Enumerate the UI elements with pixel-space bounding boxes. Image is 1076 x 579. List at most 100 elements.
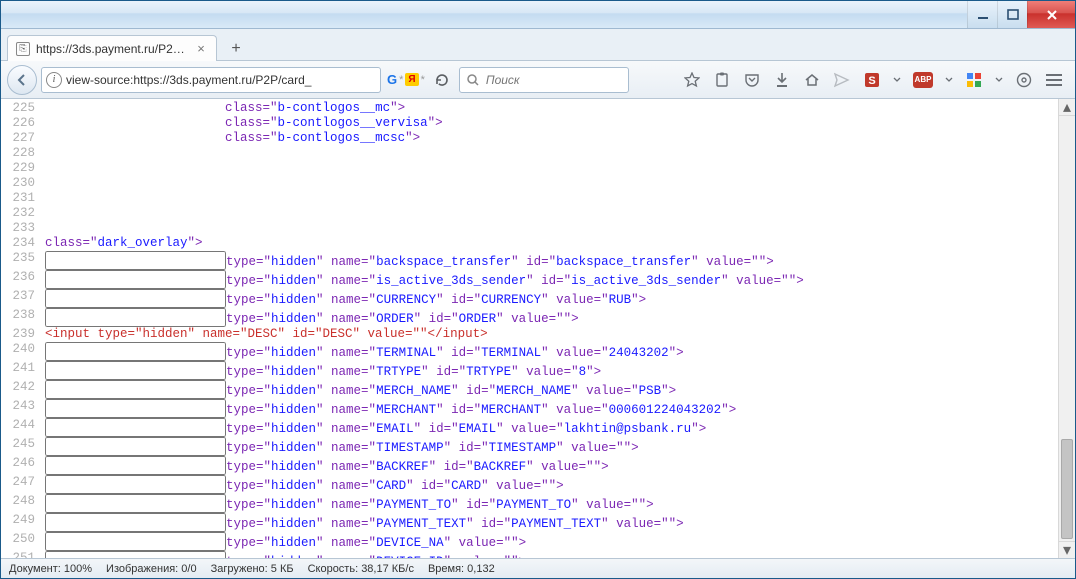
address-bar[interactable]: i — [41, 67, 381, 93]
source-line: 238type="hidden" name="ORDER" id="ORDER"… — [1, 308, 1058, 327]
line-number: 228 — [1, 146, 45, 161]
source-line: 225 class="b-contlogos__mc"> — [1, 101, 1058, 116]
source-line: 245type="hidden" name="TIMESTAMP" id="TI… — [1, 437, 1058, 456]
source-line: 233 — [1, 221, 1058, 236]
status-time: Время: 0,132 — [428, 563, 495, 575]
tab-favicon-icon: ⎘ — [16, 42, 30, 56]
menu-button[interactable] — [1045, 71, 1063, 89]
content-area: 225 class="b-contlogos__mc">226 class="b… — [1, 99, 1075, 558]
window-controls — [967, 1, 1075, 28]
source-code-view[interactable]: 225 class="b-contlogos__mc">226 class="b… — [1, 99, 1058, 558]
source-line: 236type="hidden" name="is_active_3ds_sen… — [1, 270, 1058, 289]
nav-back-button[interactable] — [7, 65, 37, 95]
abp-chevron-icon[interactable] — [945, 71, 953, 89]
line-number: 243 — [1, 399, 45, 418]
google-ext-icon[interactable]: G — [387, 72, 397, 87]
line-number: 233 — [1, 221, 45, 236]
bookmark-star-icon[interactable] — [683, 71, 701, 89]
source-line: 241type="hidden" name="TRTYPE" id="TRTYP… — [1, 361, 1058, 380]
line-number: 229 — [1, 161, 45, 176]
line-number: 226 — [1, 116, 45, 131]
line-number: 237 — [1, 289, 45, 308]
source-line: 228 — [1, 146, 1058, 161]
line-number: 245 — [1, 437, 45, 456]
tab-strip: ⎘ https://3ds.payment.ru/P2P/ca... × + — [1, 29, 1075, 61]
browser-tab[interactable]: ⎘ https://3ds.payment.ru/P2P/ca... × — [7, 35, 217, 61]
scroll-up-button[interactable]: ▴ — [1059, 99, 1075, 116]
source-line: 237type="hidden" name="CURRENCY" id="CUR… — [1, 289, 1058, 308]
window-minimize-button[interactable] — [967, 1, 997, 28]
url-input[interactable] — [66, 73, 346, 87]
ext-star-2: * — [421, 74, 425, 86]
window-titlebar — [1, 1, 1075, 29]
reload-button[interactable] — [429, 67, 455, 93]
line-number: 230 — [1, 176, 45, 191]
line-number: 225 — [1, 101, 45, 116]
source-line: 235type="hidden" name="backspace_transfe… — [1, 251, 1058, 270]
send-icon[interactable] — [833, 71, 851, 89]
line-number: 244 — [1, 418, 45, 437]
line-number: 249 — [1, 513, 45, 532]
source-line: 247type="hidden" name="CARD" id="CARD" v… — [1, 475, 1058, 494]
source-line: 243type="hidden" name="MERCHANT" id="MER… — [1, 399, 1058, 418]
line-number: 236 — [1, 270, 45, 289]
home-icon[interactable] — [803, 71, 821, 89]
line-number: 246 — [1, 456, 45, 475]
browser-window: ⎘ https://3ds.payment.ru/P2P/ca... × + i… — [0, 0, 1076, 579]
search-icon — [466, 73, 480, 87]
source-line: 232 — [1, 206, 1058, 221]
line-number: 242 — [1, 380, 45, 399]
suite-icon[interactable]: S — [863, 71, 881, 89]
line-number: 248 — [1, 494, 45, 513]
scroll-thumb[interactable] — [1061, 439, 1073, 539]
status-images: Изображения: 0/0 — [106, 563, 197, 575]
google-toolbar-icon[interactable] — [965, 71, 983, 89]
source-line: 226 class="b-contlogos__vervisa"> — [1, 116, 1058, 131]
source-line: 227 class="b-contlogos__mcsc"> — [1, 131, 1058, 146]
line-number: 239 — [1, 327, 45, 342]
window-maximize-button[interactable] — [997, 1, 1027, 28]
site-info-icon[interactable]: i — [46, 72, 62, 88]
window-close-button[interactable] — [1027, 1, 1075, 28]
tab-close-button[interactable]: × — [194, 42, 208, 56]
ext-star-1: * — [399, 74, 403, 86]
browser-toolbar: i G * Я * — [1, 61, 1075, 99]
scroll-down-button[interactable]: ▾ — [1059, 541, 1075, 558]
line-number: 247 — [1, 475, 45, 494]
line-number: 227 — [1, 131, 45, 146]
source-line: 231 — [1, 191, 1058, 206]
source-line: 239<input type="hidden" name="DESC" id="… — [1, 327, 1058, 342]
source-line: 240type="hidden" name="TERMINAL" id="TER… — [1, 342, 1058, 361]
download-icon[interactable] — [773, 71, 791, 89]
toolbar-right-icons: S ABP — [683, 71, 1069, 89]
pocket-icon[interactable] — [743, 71, 761, 89]
clipboard-icon[interactable] — [713, 71, 731, 89]
suite-chevron-icon[interactable] — [893, 71, 901, 89]
status-loaded: Загружено: 5 КБ — [211, 563, 294, 575]
source-line: 246type="hidden" name="BACKREF" id="BACK… — [1, 456, 1058, 475]
addressbar-extensions: G * Я * — [387, 72, 425, 87]
line-number: 235 — [1, 251, 45, 270]
search-input[interactable] — [486, 73, 616, 87]
line-number: 240 — [1, 342, 45, 361]
google-chevron-icon[interactable] — [995, 71, 1003, 89]
source-line: 248type="hidden" name="PAYMENT_TO" id="P… — [1, 494, 1058, 513]
line-number: 231 — [1, 191, 45, 206]
new-tab-button[interactable]: + — [223, 38, 249, 60]
source-line: 249type="hidden" name="PAYMENT_TEXT" id=… — [1, 513, 1058, 532]
search-bar[interactable] — [459, 67, 629, 93]
line-number: 251 — [1, 551, 45, 558]
source-line: 229 — [1, 161, 1058, 176]
line-number: 238 — [1, 308, 45, 327]
svg-text:S: S — [868, 75, 875, 87]
line-number: 234 — [1, 236, 45, 251]
source-line: 250type="hidden" name="DEVICE_NA" value=… — [1, 532, 1058, 551]
yandex-ext-icon[interactable]: Я — [405, 73, 418, 86]
status-speed: Скорость: 38,17 КБ/с — [308, 563, 414, 575]
gear-icon[interactable] — [1015, 71, 1033, 89]
vertical-scrollbar[interactable]: ▴ ▾ — [1058, 99, 1075, 558]
tab-title: https://3ds.payment.ru/P2P/ca... — [36, 42, 188, 56]
adblock-icon[interactable]: ABP — [913, 72, 933, 88]
status-bar: Документ: 100% Изображения: 0/0 Загружен… — [1, 558, 1075, 578]
source-line: 230 — [1, 176, 1058, 191]
